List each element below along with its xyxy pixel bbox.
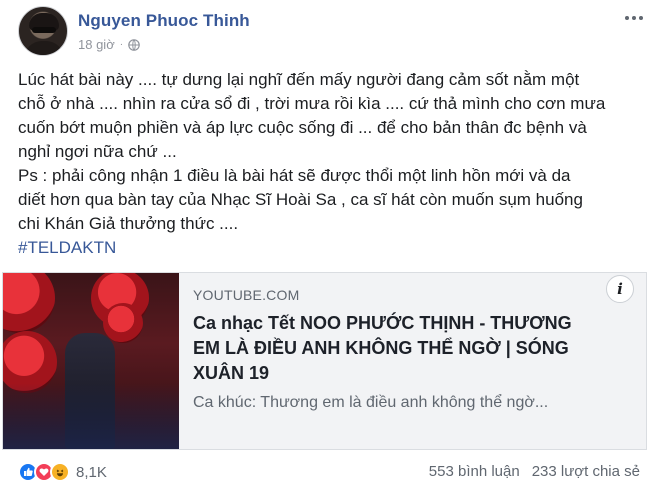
separator-dot: · [119, 39, 124, 50]
link-preview-card[interactable]: i YOUTUBE.COM Ca nhạc Tết NOO PHƯỚC THỊN… [2, 272, 647, 450]
stage-lights [3, 383, 179, 449]
post-text-line: Ps : phải công nhận 1 điều là bài hát sẽ… [18, 166, 571, 185]
link-source: YOUTUBE.COM [193, 287, 300, 303]
post-text-line: diết hơn qua bàn tay của Nhạc Sĩ Hoài Sa… [18, 190, 583, 209]
post-text-line: chỗ ở nhà .... nhìn ra cửa sổ đi , trời … [18, 94, 606, 113]
more-options-icon[interactable] [622, 10, 646, 26]
link-title[interactable]: Ca nhạc Tết NOO PHƯỚC THỊNH - THƯƠNG EM … [193, 311, 633, 386]
link-title-line: Ca nhạc Tết NOO PHƯỚC THỊNH - THƯƠNG [193, 313, 572, 333]
post-header: Nguyen Phuoc Thinh 18 giờ · [18, 6, 648, 62]
haha-icon [50, 462, 70, 482]
facebook-post: Nguyen Phuoc Thinh 18 giờ · Lúc hát bài … [0, 0, 650, 498]
post-footer: 8,1K 553 bình luận 233 lượt chia sẻ [18, 462, 640, 484]
post-text-line: Lúc hát bài này .... tự dưng lại nghĩ đế… [18, 70, 580, 89]
share-count-link[interactable]: 233 lượt chia sẻ [532, 463, 640, 480]
post-text: Lúc hát bài này .... tự dưng lại nghĩ đế… [18, 68, 633, 260]
link-description: Ca khúc: Thương em là điều anh không thể… [193, 394, 549, 411]
globe-icon[interactable] [128, 38, 140, 51]
link-title-line: EM LÀ ĐIỀU ANH KHÔNG THỂ NGỜ | SÓNG [193, 338, 569, 358]
link-card-body: YOUTUBE.COM Ca nhạc Tết NOO PHƯỚC THỊNH … [193, 287, 633, 413]
video-thumbnail[interactable] [3, 273, 179, 449]
rose-decoration [3, 273, 55, 333]
hashtag-link[interactable]: #TELDAKTN [18, 236, 633, 260]
comment-count-link[interactable]: 553 bình luận [429, 463, 520, 480]
author-name[interactable]: Nguyen Phuoc Thinh [78, 11, 250, 31]
avatar[interactable] [18, 6, 68, 56]
post-text-line: cuốn bớt muộn phiền và áp lực cuộc sống … [18, 118, 587, 137]
post-text-line: nghỉ ngơi nữa chứ ... [18, 142, 177, 161]
reaction-summary[interactable]: 8,1K [18, 462, 107, 482]
link-title-line: XUÂN 19 [193, 363, 270, 383]
post-time[interactable]: 18 giờ [78, 37, 115, 52]
post-meta: 18 giờ · [78, 37, 140, 52]
post-text-line: chi Khán Giả thưởng thức .... [18, 214, 239, 233]
rose-decoration [103, 303, 143, 343]
engagement-stats: 553 bình luận 233 lượt chia sẻ [429, 463, 640, 480]
reaction-count: 8,1K [76, 463, 107, 481]
